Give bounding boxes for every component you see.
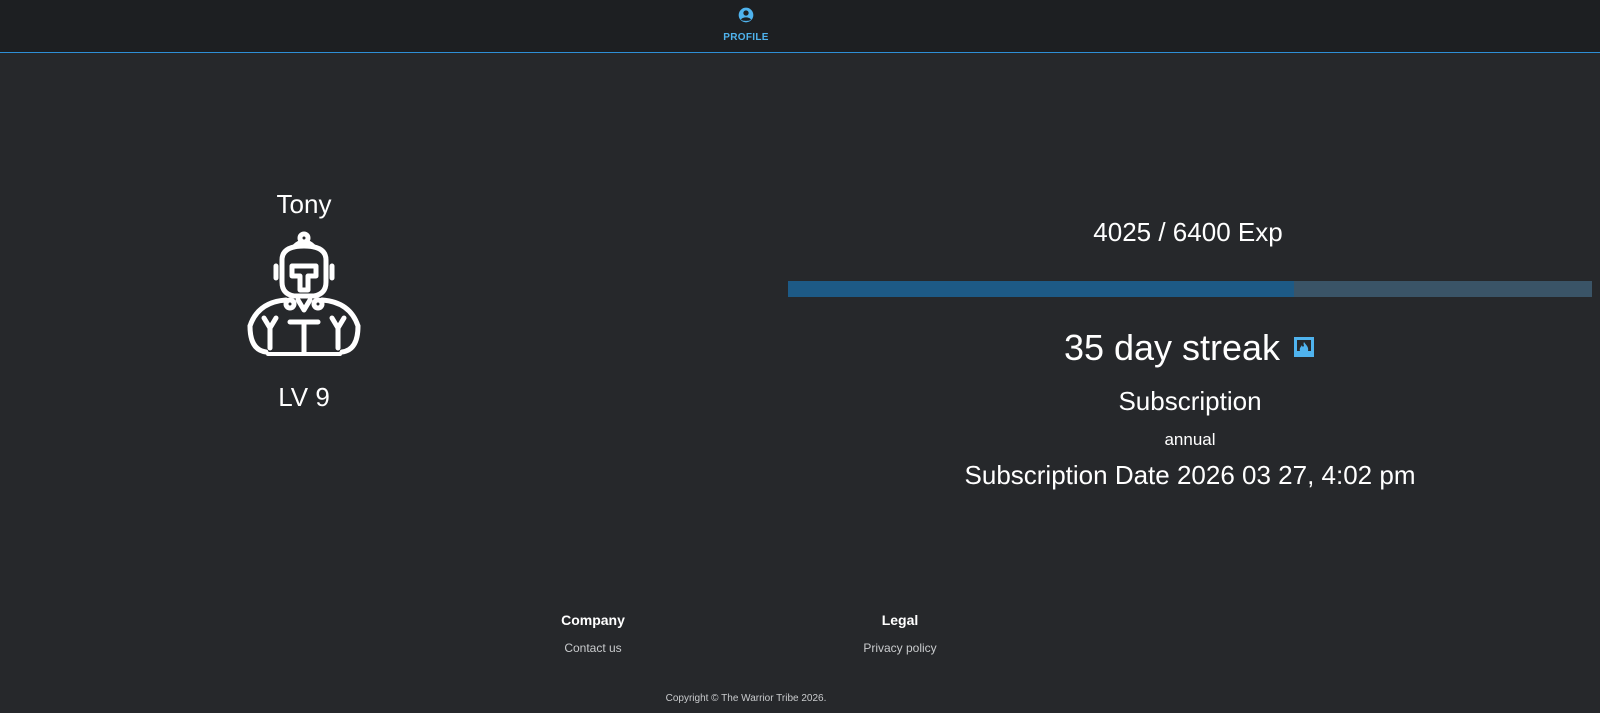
subscription-plan: annual (1164, 430, 1216, 449)
spartan-warrior-icon (247, 231, 361, 356)
subscription-date: Subscription Date 2026 03 27, 4:02 pm (964, 460, 1416, 490)
contact-us-link[interactable]: Contact us (493, 641, 693, 655)
exp-progress-fill (788, 281, 1294, 297)
footer-legal-heading: Legal (881, 612, 919, 628)
footer-company-heading: Company (561, 612, 625, 628)
level-label: LV 9 (278, 382, 330, 412)
subscription-title: Subscription (1118, 386, 1262, 416)
tab-profile[interactable]: PROFILE (716, 6, 776, 46)
footer-legal: Legal Privacy policy (800, 612, 1000, 655)
exp-progress-bar (788, 281, 1592, 297)
fireplace-icon (1294, 337, 1315, 358)
privacy-policy-link[interactable]: Privacy policy (800, 641, 1000, 655)
account-circle-icon (738, 7, 754, 23)
profile-name: Tony (276, 189, 332, 219)
tab-profile-label: PROFILE (723, 32, 769, 43)
streak-row: 35 day streak (788, 326, 1592, 370)
footer-company: Company Contact us (493, 612, 693, 655)
copyright-text: Copyright © The Warrior Tribe 2026. (665, 693, 827, 704)
streak-text: 35 day streak (1063, 327, 1281, 368)
top-nav-bar: PROFILE (0, 0, 1600, 53)
exp-text: 4025 / 6400 Exp (1093, 217, 1283, 247)
